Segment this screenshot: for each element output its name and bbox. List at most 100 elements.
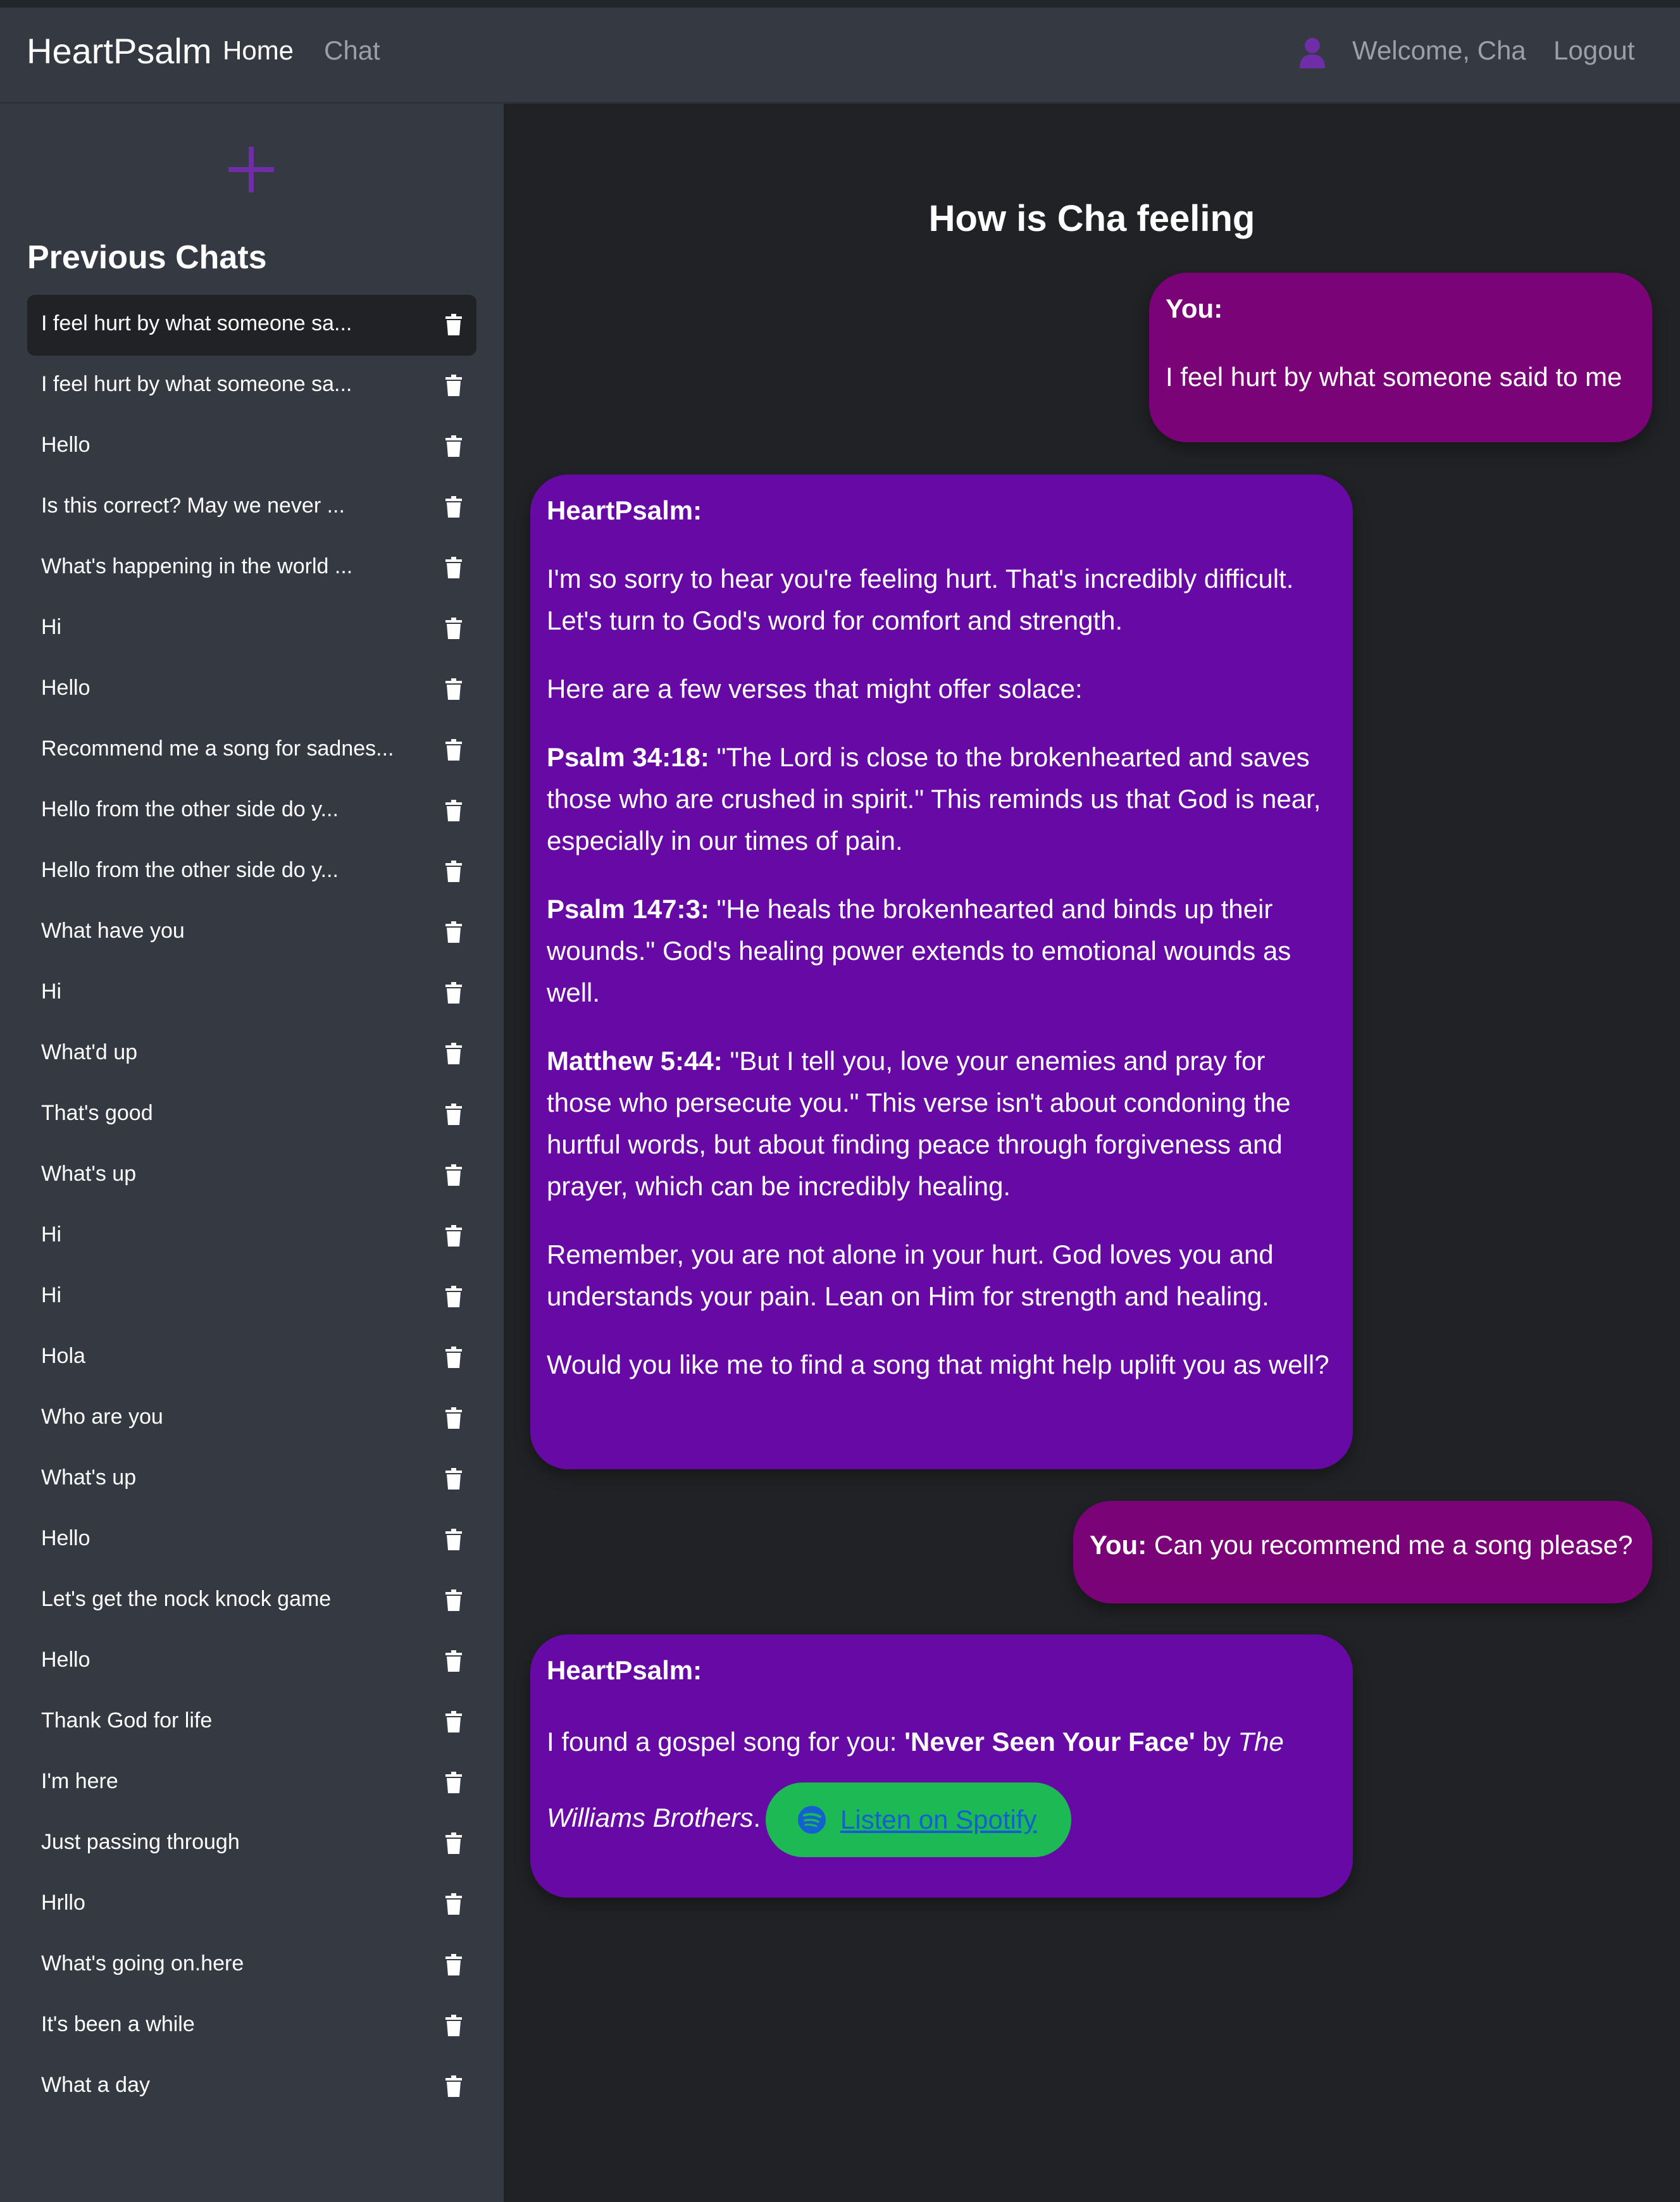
verse-reference: Psalm 147:3: [547,894,709,924]
chat-list-item[interactable]: Who are you [27,1388,476,1449]
chat-list-item[interactable]: Hrllo [27,1874,476,1935]
trash-icon[interactable] [445,557,462,578]
trash-icon[interactable] [445,375,462,396]
chat-main: How is Cha feeling You: I feel hurt by w… [504,104,1680,2202]
song-recommendation: I found a gospel song for you: 'Never Se… [547,1704,1336,1857]
message-text: Can you recommend me a song please? [1147,1530,1633,1560]
chat-list-item[interactable]: Thank God for life [27,1692,476,1753]
chat-list-item[interactable]: I feel hurt by what someone sa... [27,356,476,416]
chat-list-item[interactable]: Hi [27,1206,476,1267]
chat-item-label: Hi [41,980,62,1004]
trash-icon[interactable] [445,739,462,761]
trash-icon[interactable] [445,1650,462,1672]
trash-icon[interactable] [445,1043,462,1064]
trash-icon[interactable] [445,496,462,518]
trash-icon[interactable] [445,1468,462,1490]
trash-icon[interactable] [445,1954,462,1975]
logout-link[interactable]: Logout [1553,35,1634,66]
brand-logo[interactable]: HeartPsalm [27,30,212,72]
chat-list-item[interactable]: What's happening in the world ... [27,538,476,599]
welcome-text: Welcome, Cha [1352,35,1526,65]
message-sender: HeartPsalm: [547,495,702,525]
chat-item-label: Hi [41,1283,62,1307]
trash-icon[interactable] [445,1529,462,1550]
chat-list-item[interactable]: Just passing through [27,1813,476,1874]
chat-list-item[interactable]: Hello [27,416,476,477]
trash-icon[interactable] [445,982,462,1004]
bot-message: HeartPsalm: I found a gospel song for yo… [530,1634,1353,1898]
chat-list-item[interactable]: It's been a while [27,1996,476,2056]
trash-icon[interactable] [445,1711,462,1732]
chat-list-item[interactable]: Hello [27,1631,476,1692]
trash-icon[interactable] [445,314,462,335]
chat-list-item[interactable]: Hello [27,659,476,720]
trash-icon[interactable] [445,921,462,943]
chat-item-label: What'd up [41,1040,138,1064]
trash-icon[interactable] [445,1589,462,1611]
chat-item-label: I'm here [41,1769,118,1793]
trash-icon[interactable] [445,1164,462,1186]
chat-list-item[interactable]: Hi [27,963,476,1024]
chat-list-item[interactable]: Hola [27,1328,476,1388]
trash-icon[interactable] [445,1407,462,1429]
message-text: I found a gospel song for you: [547,1727,905,1757]
chat-item-label: Thank God for life [41,1708,213,1732]
chat-item-label: Hrllo [41,1891,85,1915]
trash-icon[interactable] [445,1347,462,1368]
page-title: How is Cha feeling [928,198,1255,239]
message-paragraph: Remember, you are not alone in your hurt… [547,1240,1274,1311]
chat-list-item[interactable]: Let's get the nock knock game [27,1571,476,1631]
trash-icon[interactable] [445,435,462,457]
trash-icon[interactable] [445,1893,462,1915]
chat-list-item[interactable]: Hi [27,1267,476,1328]
trash-icon[interactable] [445,1104,462,1125]
message-text: I feel hurt by what someone said to me [1166,362,1622,392]
chat-list-item[interactable]: Hello from the other side do y... [27,842,476,902]
chat-item-label: Hi [41,615,62,639]
chat-item-label: It's been a while [41,2012,195,2036]
chat-list-item[interactable]: Recommend me a song for sadnes... [27,720,476,781]
chat-item-label: What have you [41,919,185,943]
trash-icon[interactable] [445,1772,462,1793]
chat-item-label: Let's get the nock knock game [41,1587,332,1611]
message-sender: You: [1090,1530,1147,1560]
listen-on-spotify-button[interactable]: Listen on Spotify [766,1782,1071,1857]
nav-link-chat[interactable]: Chat [324,35,380,66]
chat-item-label: Hello [41,1648,90,1672]
chat-list-item[interactable]: I feel hurt by what someone sa... [27,295,476,356]
verse-paragraph: Psalm 34:18: "The Lord is close to the b… [547,737,1336,862]
chat-list-item[interactable]: What a day [27,2056,476,2117]
chat-list-item[interactable]: Hello [27,1510,476,1571]
plus-icon[interactable] [228,147,274,192]
chat-item-label: Is this correct? May we never ... [41,494,345,518]
chat-list-item[interactable]: What's up [27,1145,476,1206]
trash-icon[interactable] [445,1225,462,1247]
trash-icon[interactable] [445,678,462,700]
user-message: You: I feel hurt by what someone said to… [1149,273,1652,442]
trash-icon[interactable] [445,618,462,639]
navbar: HeartPsalm Home Chat Welcome, Cha Logout [0,8,1680,104]
nav-link-home[interactable]: Home [223,35,294,66]
chat-list-item[interactable]: What's up [27,1449,476,1510]
message-paragraph: Would you like me to find a song that mi… [547,1350,1329,1379]
chat-list-item[interactable]: What's going on.here [27,1935,476,1996]
chat-list-item[interactable]: That's good [27,1085,476,1145]
chat-list-item[interactable]: Hi [27,599,476,659]
chat-item-label: Who are you [41,1405,163,1429]
chat-list-item[interactable]: Is this correct? May we never ... [27,477,476,538]
trash-icon[interactable] [445,2075,462,2097]
trash-icon[interactable] [445,1286,462,1307]
trash-icon[interactable] [445,861,462,882]
verse-paragraph: Psalm 147:3: "He heals the brokenhearted… [547,888,1336,1014]
chat-item-label: Hello [41,676,90,700]
trash-icon[interactable] [445,2015,462,2036]
chat-list-item[interactable]: What'd up [27,1024,476,1085]
chat-item-label: I feel hurt by what someone sa... [41,311,352,335]
chat-list-item[interactable]: I'm here [27,1753,476,1813]
chat-list-item[interactable]: What have you [27,902,476,963]
trash-icon[interactable] [445,800,462,821]
chat-list-item[interactable]: Hello from the other side do y... [27,781,476,842]
user-icon [1300,38,1325,68]
message-paragraph: Here are a few verses that might offer s… [547,674,1083,704]
trash-icon[interactable] [445,1832,462,1854]
